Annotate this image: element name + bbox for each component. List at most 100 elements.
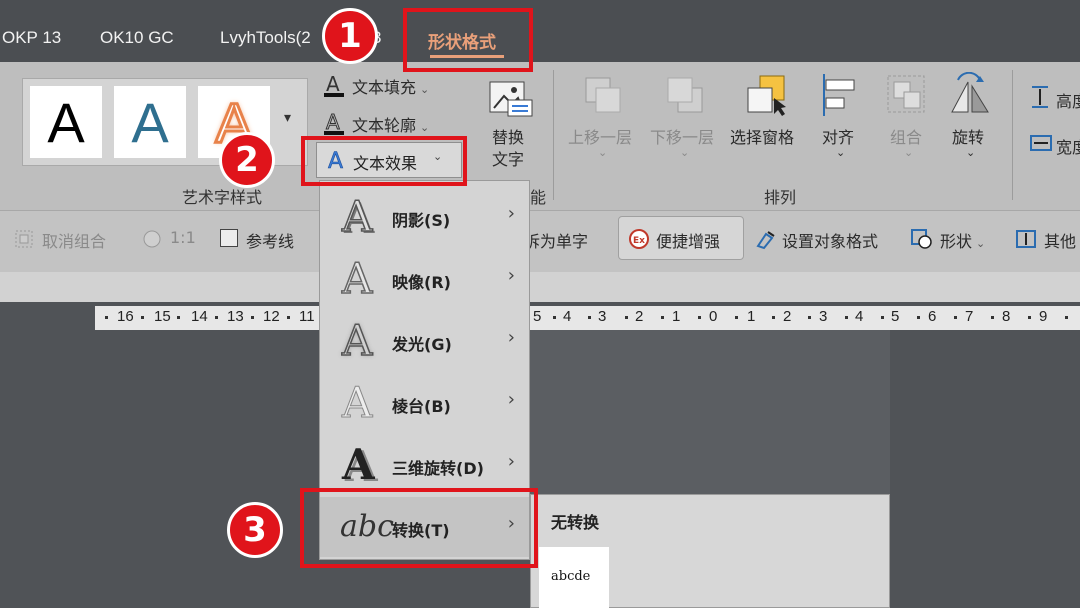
ruler-number: 6 [928,308,937,325]
send-backward-icon [664,74,706,118]
guides-checkbox[interactable] [220,229,238,247]
tab-lvyhtools[interactable]: LvyhTools(2 [220,28,311,48]
height-icon [1028,84,1054,110]
ruler-number: 13 [227,308,244,325]
text-fill-label: 文本填充 [352,78,417,97]
menu-item-label: 棱台(B) [392,397,451,416]
shape-icon [910,228,934,250]
ruler-number: 12 [263,308,280,325]
format-object-button[interactable]: 设置对象格式 [782,228,878,252]
gallery-more-icon[interactable]: ▾ [284,110,291,126]
ruler-number: 9 [1039,308,1048,325]
partial-group-label: 能 [530,188,547,207]
width-icon [1028,130,1054,156]
no-transform-sample: abcde [551,569,591,584]
3d-rotation-effect-icon: A [342,440,375,489]
ruler-tick [808,316,811,319]
replace-text-icon [486,78,536,120]
step-badge-1: 1 [322,8,378,64]
menu-item-reflection[interactable]: A 映像(R) › [320,249,529,309]
ruler-tick [1028,316,1031,319]
menu-item-3d-rotation[interactable]: A 三维旋转(D) › [320,435,529,495]
group-separator [1012,70,1013,200]
ruler-number: 0 [709,308,718,325]
ruler-number: 5 [891,308,900,325]
chevron-right-icon: › [507,265,515,286]
glow-effect-icon: A [341,315,373,366]
ruler-number: 8 [1002,308,1011,325]
submenu-heading: 无转换 [551,513,600,532]
menu-item-label: 三维旋转(D) [392,459,484,478]
bevel-effect-icon: A [341,378,373,428]
ungroup-icon [14,229,36,249]
chevron-down-icon: ⌄ [680,146,690,159]
text-outline-icon: A [322,110,346,136]
text-fill-button[interactable]: 文本填充 ⌄ [352,74,429,98]
ungroup-button[interactable]: 取消组合 [42,228,106,252]
highlight-box-text-effects [301,136,467,186]
chevron-down-icon: ⌄ [420,121,430,134]
ruler-number: 2 [635,308,644,325]
svg-text:A: A [326,72,340,96]
group-separator [553,70,554,200]
ruler-number: 15 [154,308,171,325]
ruler-tick [735,316,738,319]
shadow-effect-icon: A [341,191,373,242]
step-badge-2: 2 [219,132,275,188]
svg-text:A: A [326,110,340,134]
shape-label: 形状 [940,232,973,251]
transform-submenu: 无转换 abcde [530,494,890,608]
menu-item-bevel[interactable]: A 棱台(B) › [320,373,529,433]
selection-pane-icon [744,72,790,118]
highlight-box-tab [403,8,533,72]
ruler-tick [698,316,701,319]
enhance-icon: Ex [628,228,650,250]
group-button[interactable]: 组合 [890,124,922,148]
rotate-button[interactable]: 旋转 [952,124,984,148]
ruler-tick [215,316,218,319]
step-badge-3: 3 [227,502,283,558]
send-backward-button[interactable]: 下移一层 [650,124,714,148]
guides-label: 参考线 [246,232,295,251]
ruler-number: 7 [965,308,974,325]
svg-text:Ex: Ex [633,236,645,246]
wordart-sample-black[interactable]: A [30,86,102,158]
tab-okp13[interactable]: OKP 13 [2,28,61,48]
menu-item-shadow[interactable]: A 阴影(S) › [320,187,529,247]
align-button[interactable]: 对齐 [822,124,854,148]
menu-item-label: 阴影(S) [392,211,451,230]
height-label[interactable]: 高度 [1056,88,1080,112]
wordart-sample-blue[interactable]: A [114,86,186,158]
selection-pane-button[interactable]: 选择窗格 [730,124,794,148]
menu-item-label: 映像(R) [392,273,451,292]
ruler-number: 5 [533,308,542,325]
ruler-tick [881,316,884,319]
no-transform-option[interactable]: abcde [539,547,609,608]
text-fill-icon: A [322,72,346,98]
align-icon [818,72,864,118]
ruler-number: 1 [747,308,756,325]
tab-ok10gc[interactable]: OK10 GC [100,28,174,48]
chevron-down-icon: ⌄ [976,237,986,250]
ruler-tick [251,316,254,319]
replace-text-line1[interactable]: 替换 [492,124,524,148]
reflection-effect-icon: A [341,253,373,304]
split-chars-button[interactable]: 拆为单字 [524,228,588,252]
ratio-button[interactable]: 1:1 [170,228,196,247]
chevron-down-icon: ⌄ [836,146,846,159]
menu-item-glow[interactable]: A 发光(G) › [320,311,529,371]
other-button[interactable]: 其他 [1044,228,1076,252]
shape-button[interactable]: 形状 ⌄ [940,228,985,252]
chevron-down-icon: ⌄ [598,146,608,159]
format-object-icon [754,228,778,250]
ruler-tick [954,316,957,319]
replace-text-line2[interactable]: 文字 [492,146,524,170]
width-label[interactable]: 宽度 [1056,134,1080,158]
chevron-right-icon: › [507,451,515,472]
ruler-number: 2 [783,308,792,325]
bring-forward-button[interactable]: 上移一层 [568,124,632,148]
rotate-icon [946,71,992,118]
text-outline-button[interactable]: 文本轮廓 ⌄ [352,112,429,136]
chevron-down-icon: ⌄ [420,83,430,96]
bring-forward-icon [582,74,624,118]
